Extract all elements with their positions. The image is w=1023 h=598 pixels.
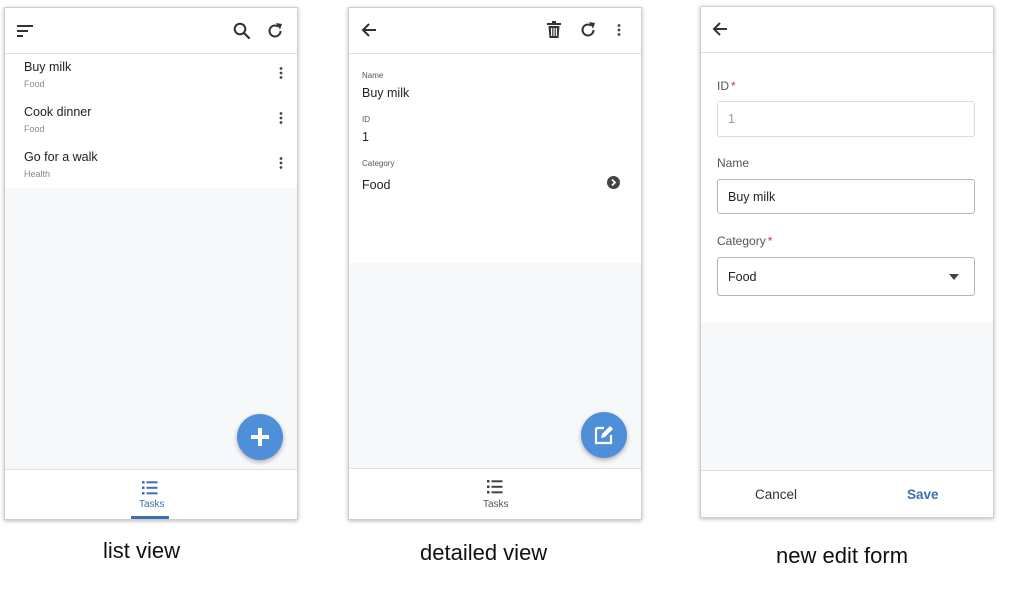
list-view-caption: list view [103,538,181,563]
form-top-bar [701,7,993,53]
more-vert-icon[interactable] [279,66,283,84]
name-field-label: Name [717,156,750,170]
task-list-icon [487,480,503,494]
item-title: Cook dinner [24,105,92,119]
save-button[interactable]: Save [907,487,939,502]
task-list-icon [142,481,158,495]
name-value: Buy milk [362,86,410,100]
id-field: 1 [717,101,975,137]
sort-menu-icon[interactable] [17,25,35,37]
back-arrow-icon[interactable] [712,21,728,37]
name-input[interactable]: Buy milk [717,179,975,214]
chevron-right-circle-icon[interactable] [607,176,620,189]
detail-top-bar [349,8,641,54]
category-field-label: Category * [717,234,773,248]
more-vert-icon[interactable] [279,156,283,174]
list-item[interactable]: Go for a walk Health [5,144,297,189]
active-tab-indicator [131,516,169,519]
bottom-navigation: Tasks [349,468,641,519]
edit-task-button[interactable] [581,412,627,458]
bottom-navigation: Tasks [5,469,297,519]
name-input-value: Buy milk [728,190,776,204]
detail-view-caption: detailed view [420,540,548,565]
id-field-value: 1 [728,112,735,126]
list-view-screen: Buy milk Food Cook dinner Food Go for a … [4,7,298,520]
category-select[interactable]: Food [717,257,975,296]
edit-form-caption: new edit form [776,543,909,568]
cancel-button[interactable]: Cancel [755,487,797,502]
required-marker: * [767,234,773,248]
more-vert-icon[interactable] [617,24,621,36]
task-details: Name Buy milk ID 1 Category Food [349,54,641,263]
name-label: Name [362,71,384,80]
id-label: ID [362,115,370,124]
tab-tasks-label: Tasks [139,499,165,510]
list-item[interactable]: Buy milk Food [5,54,297,99]
required-marker: * [731,79,736,93]
item-category: Food [24,124,45,134]
form-actions-bar: Cancel Save [701,470,993,517]
refresh-icon[interactable] [266,22,284,40]
category-value[interactable]: Food [362,178,391,192]
item-title: Buy milk [24,60,72,74]
refresh-icon[interactable] [579,21,597,39]
edit-form-screen: ID * 1 Name Buy milk Category * Food Cance… [700,6,994,518]
category-select-value: Food [728,270,757,284]
item-category: Food [24,79,45,89]
delete-icon[interactable] [547,21,561,38]
id-value: 1 [362,130,369,144]
search-icon[interactable] [233,22,251,40]
tab-tasks[interactable]: Tasks [476,469,514,519]
task-list: Buy milk Food Cook dinner Food Go for a … [5,54,297,188]
list-item[interactable]: Cook dinner Food [5,99,297,144]
item-category: Health [24,169,51,179]
id-field-label: ID * [717,79,736,93]
detail-view-screen: Name Buy milk ID 1 Category Food Tasks [348,7,642,520]
dropdown-arrow-icon [949,274,959,280]
category-label: Category [362,159,395,168]
tab-tasks-label: Tasks [483,499,509,510]
tab-tasks[interactable]: Tasks [131,470,169,519]
add-task-button[interactable] [237,414,283,460]
list-top-bar [5,8,297,54]
back-arrow-icon[interactable] [361,22,377,38]
edit-form: ID * 1 Name Buy milk Category * Food [701,53,993,322]
item-title: Go for a walk [24,150,98,164]
more-vert-icon[interactable] [279,111,283,129]
